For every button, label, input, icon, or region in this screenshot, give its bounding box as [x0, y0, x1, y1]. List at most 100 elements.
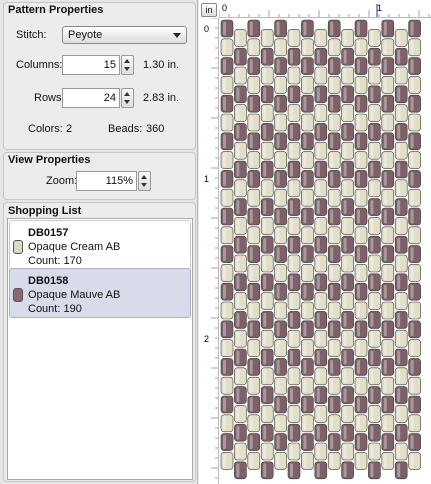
bead[interactable] [394, 423, 408, 442]
bead[interactable] [341, 47, 354, 66]
bead[interactable] [381, 113, 395, 132]
bead[interactable] [381, 452, 395, 470]
bead[interactable] [408, 245, 421, 263]
bead[interactable] [301, 19, 314, 38]
bead[interactable] [381, 320, 395, 339]
bead[interactable] [274, 207, 287, 226]
bead[interactable] [287, 141, 301, 160]
bead[interactable] [394, 47, 408, 66]
bead[interactable] [260, 348, 274, 367]
bead[interactable] [381, 170, 395, 188]
bead[interactable] [394, 179, 408, 198]
bead[interactable] [287, 386, 301, 404]
bead[interactable] [247, 207, 261, 226]
bead[interactable] [408, 19, 421, 38]
bead[interactable] [260, 47, 274, 66]
bead[interactable] [301, 376, 314, 395]
bead[interactable] [314, 254, 328, 273]
bead[interactable] [301, 433, 314, 451]
bead[interactable] [341, 386, 354, 404]
bead[interactable] [220, 113, 234, 132]
bead[interactable] [327, 132, 341, 151]
bead[interactable] [394, 235, 408, 254]
bead[interactable] [220, 188, 234, 207]
bead[interactable] [287, 66, 301, 85]
bead[interactable] [301, 132, 314, 151]
bead[interactable] [368, 47, 381, 66]
bead[interactable] [301, 414, 314, 433]
bead[interactable] [314, 367, 328, 386]
bead[interactable] [274, 245, 287, 263]
bead[interactable] [247, 433, 261, 451]
bead[interactable] [327, 226, 341, 245]
bead[interactable] [247, 264, 261, 282]
bead[interactable] [287, 235, 301, 254]
bead[interactable] [274, 414, 287, 433]
bead[interactable] [314, 47, 328, 66]
bead[interactable] [234, 311, 247, 329]
bead[interactable] [287, 104, 301, 122]
bead[interactable] [274, 320, 287, 339]
bead[interactable] [247, 245, 261, 263]
bead[interactable] [368, 141, 381, 160]
bead[interactable] [314, 217, 328, 235]
bead[interactable] [408, 207, 421, 226]
bead[interactable] [260, 179, 274, 198]
bead[interactable] [354, 301, 368, 320]
bead[interactable] [408, 132, 421, 151]
bead[interactable] [394, 104, 408, 122]
bead[interactable] [287, 198, 301, 216]
bead[interactable] [314, 386, 328, 404]
bead[interactable] [287, 29, 301, 47]
bead[interactable] [381, 301, 395, 320]
bead[interactable] [220, 94, 234, 113]
bead[interactable] [327, 19, 341, 38]
bead[interactable] [354, 320, 368, 339]
bead[interactable] [354, 76, 368, 94]
bead[interactable] [247, 113, 261, 132]
bead[interactable] [327, 376, 341, 395]
bead[interactable] [381, 339, 395, 357]
bead[interactable] [220, 19, 234, 38]
bead[interactable] [341, 123, 354, 141]
bead[interactable] [234, 66, 247, 85]
bead[interactable] [354, 282, 368, 301]
shopping-list[interactable]: DB0157 Opaque Cream AB Count: 170 DB0158… [7, 218, 193, 480]
bead[interactable] [314, 348, 328, 367]
bead[interactable] [314, 104, 328, 122]
list-item[interactable]: DB0158 Opaque Mauve AB Count: 190 [9, 268, 191, 318]
bead[interactable] [274, 226, 287, 245]
bead[interactable] [301, 151, 314, 169]
bead[interactable] [368, 273, 381, 292]
bead[interactable] [368, 29, 381, 47]
bead[interactable] [287, 311, 301, 329]
bead[interactable] [381, 57, 395, 75]
bead[interactable] [341, 367, 354, 386]
bead[interactable] [220, 358, 234, 376]
bead[interactable] [354, 339, 368, 357]
bead[interactable] [327, 38, 341, 57]
bead[interactable] [408, 320, 421, 339]
bead[interactable] [220, 433, 234, 451]
bead[interactable] [287, 47, 301, 66]
bead[interactable] [354, 132, 368, 151]
bead[interactable] [314, 461, 328, 480]
bead[interactable] [247, 188, 261, 207]
bead[interactable] [408, 76, 421, 94]
bead[interactable] [394, 367, 408, 386]
bead[interactable] [301, 282, 314, 301]
bead[interactable] [247, 151, 261, 169]
bead[interactable] [368, 311, 381, 329]
bead[interactable] [381, 282, 395, 301]
bead[interactable] [220, 57, 234, 75]
bead[interactable] [287, 217, 301, 235]
bead[interactable] [274, 452, 287, 470]
bead[interactable] [381, 19, 395, 38]
bead[interactable] [327, 57, 341, 75]
bead[interactable] [274, 113, 287, 132]
bead[interactable] [234, 273, 247, 292]
columns-input[interactable]: 15 [62, 55, 120, 75]
bead[interactable] [234, 235, 247, 254]
bead[interactable] [274, 358, 287, 376]
bead[interactable] [247, 358, 261, 376]
